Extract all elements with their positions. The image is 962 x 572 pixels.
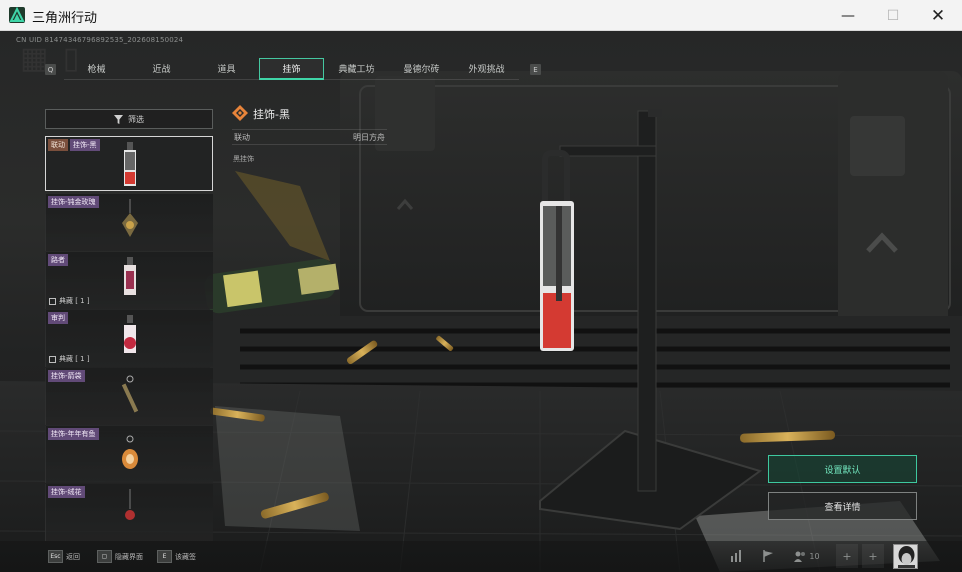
filter-label: 筛选 [128, 114, 144, 124]
tab-charms[interactable]: 挂饰 [259, 58, 324, 80]
bar-chart-icon [731, 550, 741, 562]
set-default-button[interactable]: 设置默认 [768, 455, 917, 483]
charm-thumbnail [125, 489, 135, 520]
list-item[interactable]: 审判 典藏 [ 1 ] [45, 310, 213, 367]
collection-icon [49, 355, 56, 363]
friends-icon [794, 551, 806, 562]
back-hint[interactable]: Esc 返回 [48, 550, 80, 563]
detail-row-label: 联动 [234, 132, 250, 142]
detail-row-value: 明日方舟 [353, 132, 385, 142]
charm-thumbnail [124, 142, 136, 186]
game-scene: CN UID 81474346796892535_202608150024 ▦ … [0, 31, 962, 572]
flag-button[interactable] [754, 544, 782, 568]
hide-ui-hint[interactable]: ▢ 隐藏界面 [97, 550, 143, 563]
charm-thumbnail [122, 199, 138, 237]
tab-collection-workshop[interactable]: 典藏工坊 [324, 58, 389, 80]
add-button[interactable]: + [836, 544, 858, 568]
item-name: 挂饰-钝金玫瑰 [48, 196, 99, 208]
collection-hint[interactable]: E 该藏签 [157, 550, 196, 563]
collection-meta: 典藏 [ 1 ] [49, 296, 90, 306]
tab-mandel-brick[interactable]: 曼德尔砖 [389, 58, 454, 80]
back-label: 返回 [66, 552, 80, 561]
charm-thumbnail [121, 375, 139, 413]
maximize-button[interactable]: ☐ [870, 0, 916, 31]
view-detail-button[interactable]: 查看详情 [768, 492, 917, 520]
friends-button[interactable]: 10 [786, 544, 828, 568]
list-item[interactable]: 挂饰-绒花 [45, 484, 213, 541]
tab-guns[interactable]: 枪械 [64, 58, 129, 80]
charm-category-icon [232, 105, 248, 121]
list-item[interactable]: 挂饰-箭袋 [45, 368, 213, 425]
list-item[interactable]: 挂饰-年年有鱼 [45, 426, 213, 483]
add-friend-button[interactable]: + [862, 544, 884, 568]
collection-label: 该藏签 [175, 552, 196, 561]
list-item[interactable]: 联动 挂饰-黑 [45, 136, 213, 191]
esc-key-icon: Esc [48, 550, 63, 563]
charm-list[interactable]: 联动 挂饰-黑 挂饰-钝金玫瑰 路者 典藏 [ 1 ] 审判 典藏 [ 1 ] 挂… [45, 136, 213, 551]
item-name: 挂饰-绒花 [48, 486, 85, 498]
tab-melee[interactable]: 近战 [129, 58, 194, 80]
collab-tag: 联动 [48, 139, 68, 151]
charm-thumbnail [124, 315, 136, 353]
window-titlebar[interactable]: 三角洲行动 — ☐ ✕ [0, 0, 962, 31]
flag-icon [763, 550, 773, 562]
bottom-bar: Esc 返回 ▢ 隐藏界面 E 该藏签 10 + + [0, 541, 962, 572]
tab-props[interactable]: 道具 [194, 58, 259, 80]
item-name: 路者 [48, 254, 68, 266]
window-title: 三角洲行动 [32, 11, 98, 26]
item-name: 挂饰-黑 [70, 139, 100, 151]
stats-button[interactable] [722, 544, 750, 568]
charm-thumbnail [124, 257, 136, 295]
filter-icon [114, 114, 123, 124]
detail-collab-row: 联动 明日方舟 [232, 129, 387, 145]
tab-next-key[interactable]: E [530, 64, 541, 75]
item-name: 审判 [48, 312, 68, 324]
avatar[interactable] [893, 544, 918, 569]
player-avatar-image [894, 545, 917, 568]
hide-key-icon: ▢ [97, 550, 112, 563]
collection-icon [49, 297, 56, 305]
item-name: 挂饰-年年有鱼 [48, 428, 99, 440]
collection-meta: 典藏 [ 1 ] [49, 354, 90, 364]
detail-title: 挂饰-黑 [253, 108, 290, 121]
close-button[interactable]: ✕ [915, 0, 961, 31]
app-logo-icon [9, 7, 25, 23]
e-key-icon: E [157, 550, 172, 563]
filter-button[interactable]: 筛选 [45, 109, 213, 129]
list-item[interactable]: 路者 典藏 [ 1 ] [45, 252, 213, 309]
game-window: 三角洲行动 — ☐ ✕ CN UID 81474346796892535_202… [0, 0, 962, 572]
list-item[interactable]: 挂饰-钝金玫瑰 [45, 194, 213, 251]
friends-count: 10 [809, 551, 820, 561]
detail-description: 黑挂饰 [233, 155, 254, 163]
minimize-button[interactable]: — [825, 0, 871, 31]
hide-ui-label: 隐藏界面 [115, 552, 143, 561]
tab-appearance-challenge[interactable]: 外观挑战 [454, 58, 519, 80]
category-tabs: 枪械 近战 道具 挂饰 典藏工坊 曼德尔砖 外观挑战 [64, 58, 519, 80]
tab-prev-key[interactable]: Q [45, 64, 56, 75]
charm-thumbnail [122, 435, 138, 469]
item-name: 挂饰-箭袋 [48, 370, 85, 382]
